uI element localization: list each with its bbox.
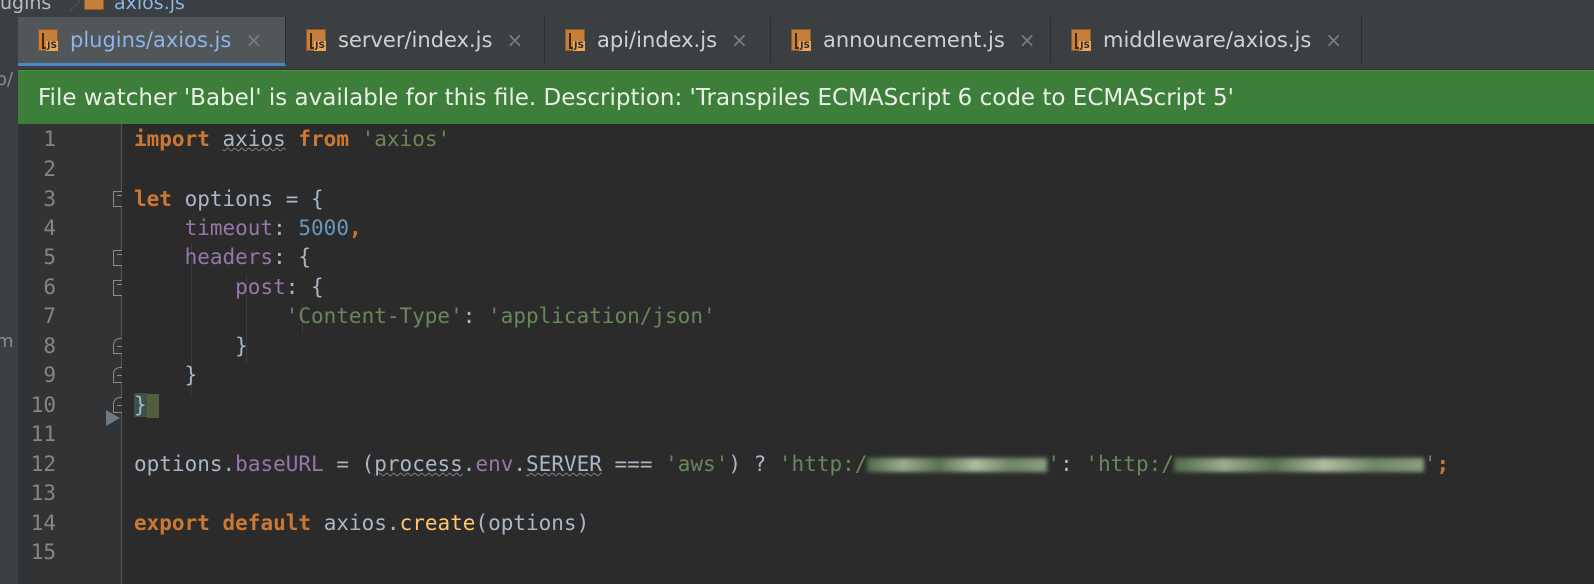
code-line-4: timeout: 5000, <box>184 216 362 240</box>
code-line-6: post: { <box>235 275 324 299</box>
javascript-file-icon <box>84 0 104 10</box>
tab-label: server/index.js <box>338 28 493 52</box>
line-number: 11 <box>30 422 56 446</box>
tab-label: middleware/axios.js <box>1103 28 1312 52</box>
tab-label: api/index.js <box>597 28 718 52</box>
close-icon[interactable]: × <box>731 30 748 50</box>
close-icon[interactable]: × <box>1325 30 1342 50</box>
redacted-url <box>1173 458 1424 472</box>
code-line-8: } <box>235 334 248 358</box>
tab-label: announcement.js <box>823 28 1005 52</box>
execution-point-arrow-icon <box>106 410 120 426</box>
line-number: 12 <box>30 452 56 476</box>
javascript-file-icon: JS <box>791 29 811 51</box>
code-line-14: export default axios.create(options) <box>134 511 590 535</box>
code-line-10: } <box>134 390 159 420</box>
code-line-7: 'Content-Type': 'application/json' <box>285 304 716 328</box>
line-number: 7 <box>43 304 56 328</box>
breadcrumb-separator-icon <box>58 0 81 13</box>
left-strip-fragment: o/ <box>0 69 14 90</box>
breadcrumb: ugins axios.js <box>0 0 1594 17</box>
tab-middleware-axios[interactable]: JS middleware/axios.js × <box>1051 17 1362 63</box>
line-number: 1 <box>43 127 56 151</box>
line-number: 3 <box>43 187 56 211</box>
breadcrumb-item-plugins[interactable]: ugins <box>0 0 51 14</box>
line-number: 10 <box>30 393 56 417</box>
tab-api-index[interactable]: JS api/index.js × <box>545 17 771 63</box>
javascript-file-icon: JS <box>38 29 58 51</box>
javascript-file-icon: JS <box>1071 29 1091 51</box>
line-number: 13 <box>30 481 56 505</box>
file-watcher-banner[interactable]: File watcher 'Babel' is available for th… <box>18 70 1594 124</box>
tab-announcement[interactable]: JS announcement.js × <box>771 17 1051 63</box>
tab-label: plugins/axios.js <box>70 28 232 52</box>
line-number: 8 <box>43 334 56 358</box>
line-number: 9 <box>43 363 56 387</box>
code-editor[interactable]: import axios from 'axios' let options = … <box>122 124 1594 584</box>
breadcrumb-item-file[interactable]: axios.js <box>114 0 185 14</box>
close-icon[interactable]: × <box>506 30 523 50</box>
line-number: 6 <box>43 275 56 299</box>
left-strip-fragment: m <box>0 331 14 352</box>
close-icon[interactable]: × <box>1019 30 1036 50</box>
code-line-1: import axios from 'axios' <box>134 127 451 151</box>
editor-tab-bar: JS plugins/axios.js × JS server/index.js… <box>18 17 1594 70</box>
tab-server-index[interactable]: JS server/index.js × <box>286 17 545 63</box>
tab-plugins-axios[interactable]: JS plugins/axios.js × <box>18 17 286 66</box>
javascript-file-icon: JS <box>565 29 585 51</box>
line-number: 4 <box>43 216 56 240</box>
line-number: 5 <box>43 245 56 269</box>
code-line-3: let options = { <box>134 187 324 211</box>
code-line-12: options.baseURL = (process.env.SERVER ==… <box>134 452 1450 476</box>
banner-text: File watcher 'Babel' is available for th… <box>38 84 1234 111</box>
code-line-5: headers: { <box>184 245 312 269</box>
javascript-file-icon: JS <box>306 29 326 51</box>
left-tool-strip: o/ m <box>0 17 19 584</box>
line-number: 15 <box>30 540 56 564</box>
line-number: 2 <box>43 157 56 181</box>
close-icon[interactable]: × <box>245 30 262 50</box>
line-number: 14 <box>30 511 56 535</box>
code-line-9: } <box>184 363 198 387</box>
redacted-url <box>867 458 1048 472</box>
